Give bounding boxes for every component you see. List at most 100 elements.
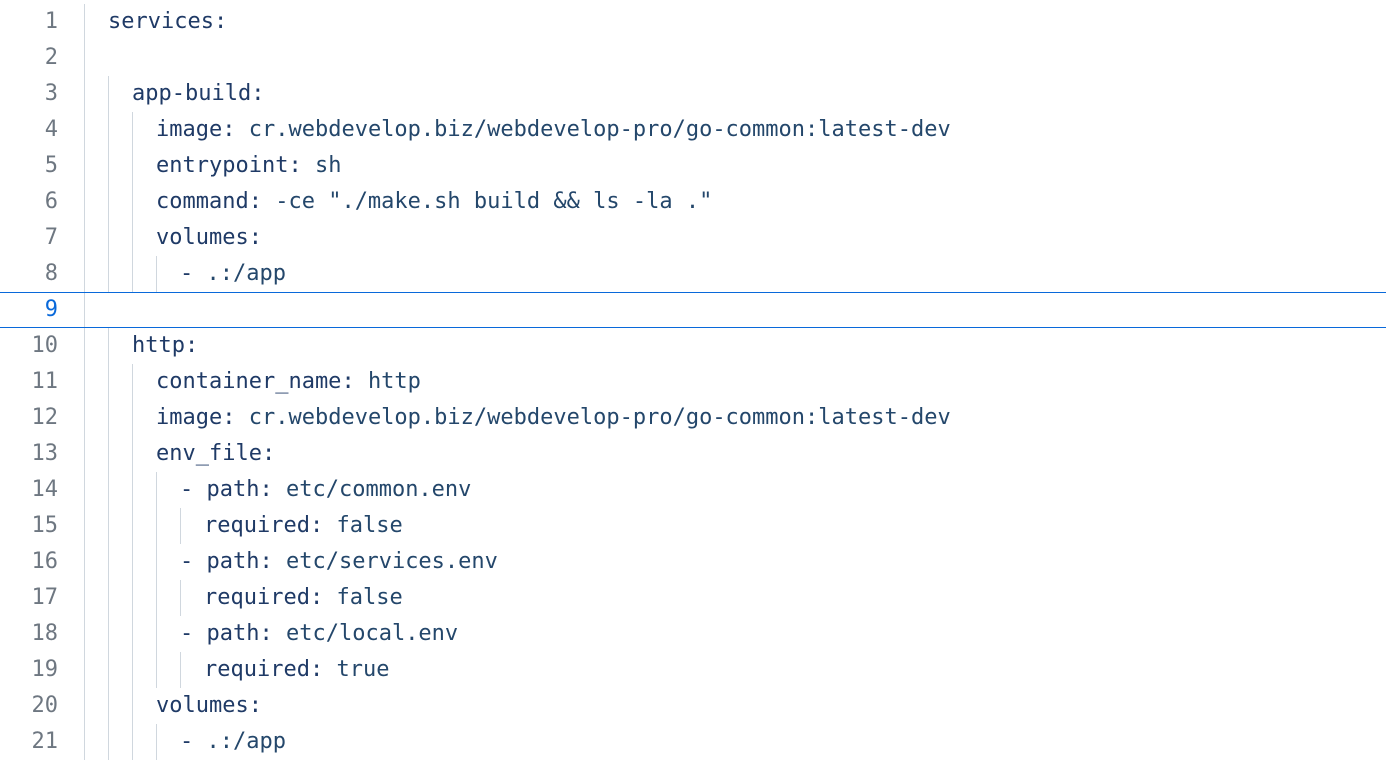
- line-number[interactable]: 17: [0, 580, 84, 616]
- code-text[interactable]: volumes:: [156, 220, 1386, 256]
- indent-guide: [84, 724, 108, 760]
- indent-guide: [132, 508, 156, 544]
- indent-guides: [84, 256, 180, 292]
- line-number[interactable]: 9: [0, 292, 84, 328]
- indent-guides: [84, 400, 156, 436]
- indent-guide: [108, 76, 132, 112]
- code-token: :: [185, 333, 198, 358]
- indent-guide: [108, 148, 132, 184]
- code-line[interactable]: 19 required: true: [0, 652, 1386, 688]
- code-line[interactable]: 17 required: false: [0, 580, 1386, 616]
- code-text[interactable]: services:: [108, 4, 1386, 40]
- code-line[interactable]: 20 volumes:: [0, 688, 1386, 724]
- indent-guides: [84, 328, 132, 364]
- line-number[interactable]: 20: [0, 688, 84, 724]
- code-line[interactable]: 7 volumes:: [0, 220, 1386, 256]
- code-line[interactable]: 11 container_name: http: [0, 364, 1386, 400]
- indent-guide: [84, 148, 108, 184]
- code-token: path: [207, 621, 260, 646]
- indent-guide: [108, 580, 132, 616]
- code-text[interactable]: entrypoint: sh: [156, 148, 1386, 184]
- code-text[interactable]: - .:/app: [180, 724, 1386, 760]
- code-token: :: [288, 153, 301, 178]
- indent-guide: [84, 76, 108, 112]
- line-number[interactable]: 19: [0, 652, 84, 688]
- code-line[interactable]: 16 - path: etc/services.env: [0, 544, 1386, 580]
- code-line[interactable]: 4 image: cr.webdevelop.biz/webdevelop-pro…: [0, 112, 1386, 148]
- code-line[interactable]: 13 env_file:: [0, 436, 1386, 472]
- line-number[interactable]: 12: [0, 400, 84, 436]
- code-text[interactable]: http:: [132, 328, 1386, 364]
- line-number[interactable]: 7: [0, 220, 84, 256]
- code-line[interactable]: 5 entrypoint: sh: [0, 148, 1386, 184]
- line-number[interactable]: 3: [0, 76, 84, 112]
- code-line[interactable]: 14 - path: etc/common.env: [0, 472, 1386, 508]
- code-token: :: [341, 369, 354, 394]
- line-number[interactable]: 16: [0, 544, 84, 580]
- code-token: cr.webdevelop.biz/webdevelop-pro/go-comm…: [249, 117, 951, 142]
- code-line[interactable]: 8 - .:/app: [0, 256, 1386, 292]
- line-number[interactable]: 6: [0, 184, 84, 220]
- line-number[interactable]: 10: [0, 328, 84, 364]
- line-number[interactable]: 2: [0, 40, 84, 76]
- code-line[interactable]: 18 - path: etc/local.env: [0, 616, 1386, 652]
- line-number[interactable]: 1: [0, 4, 84, 40]
- code-text[interactable]: image: cr.webdevelop.biz/webdevelop-pro/…: [156, 112, 1386, 148]
- code-text[interactable]: image: cr.webdevelop.biz/webdevelop-pro/…: [156, 400, 1386, 436]
- indent-guides: [84, 220, 156, 256]
- code-text[interactable]: required: false: [204, 508, 1386, 544]
- code-text[interactable]: app-build:: [132, 76, 1386, 112]
- code-token: :: [222, 405, 235, 430]
- indent-guide: [108, 688, 132, 724]
- code-token: [273, 621, 286, 646]
- code-token: http: [132, 333, 185, 358]
- indent-guide: [156, 256, 180, 292]
- line-number[interactable]: 4: [0, 112, 84, 148]
- code-token: required: [204, 657, 310, 682]
- line-number[interactable]: 13: [0, 436, 84, 472]
- code-line[interactable]: 10 http:: [0, 328, 1386, 364]
- code-text[interactable]: container_name: http: [156, 364, 1386, 400]
- code-token: :: [259, 549, 272, 574]
- indent-guide: [108, 724, 132, 760]
- line-number[interactable]: 11: [0, 364, 84, 400]
- code-line[interactable]: 21 - .:/app: [0, 724, 1386, 760]
- code-text[interactable]: - path: etc/common.env: [180, 472, 1386, 508]
- code-token: [355, 369, 368, 394]
- code-text[interactable]: - .:/app: [180, 256, 1386, 292]
- code-token: true: [336, 657, 389, 682]
- code-line[interactable]: 1 services:: [0, 4, 1386, 40]
- code-token: services: [108, 9, 214, 34]
- code-text[interactable]: env_file:: [156, 436, 1386, 472]
- line-number[interactable]: 5: [0, 148, 84, 184]
- code-text[interactable]: - path: etc/services.env: [180, 544, 1386, 580]
- code-text[interactable]: - path: etc/local.env: [180, 616, 1386, 652]
- code-line[interactable]: 6 command: -ce "./make.sh build && ls -la…: [0, 184, 1386, 220]
- indent-guide: [84, 184, 108, 220]
- indent-guide: [132, 148, 156, 184]
- code-token: entrypoint: [156, 153, 288, 178]
- code-line[interactable]: 12 image: cr.webdevelop.biz/webdevelop-pr…: [0, 400, 1386, 436]
- line-number[interactable]: 21: [0, 724, 84, 760]
- line-number[interactable]: 15: [0, 508, 84, 544]
- code-line[interactable]: 2: [0, 40, 1386, 76]
- indent-guides: [84, 688, 156, 724]
- code-text[interactable]: volumes:: [156, 688, 1386, 724]
- code-token: [302, 153, 315, 178]
- code-line[interactable]: 15 required: false: [0, 508, 1386, 544]
- code-line[interactable]: 9: [0, 292, 1386, 328]
- code-text[interactable]: command: -ce "./make.sh build && ls -la …: [156, 184, 1386, 220]
- code-token: env_file: [156, 441, 262, 466]
- line-number[interactable]: 18: [0, 616, 84, 652]
- indent-guide: [84, 4, 108, 40]
- code-text[interactable]: required: false: [204, 580, 1386, 616]
- line-number[interactable]: 14: [0, 472, 84, 508]
- code-line[interactable]: 3 app-build:: [0, 76, 1386, 112]
- indent-guide: [84, 220, 108, 256]
- indent-guides: [84, 544, 180, 580]
- code-text[interactable]: required: true: [204, 652, 1386, 688]
- code-editor[interactable]: 1 services: 23 app-build: 4 image: cr.webdeve…: [0, 0, 1386, 760]
- indent-guide: [180, 580, 204, 616]
- indent-guides: [84, 184, 156, 220]
- line-number[interactable]: 8: [0, 256, 84, 292]
